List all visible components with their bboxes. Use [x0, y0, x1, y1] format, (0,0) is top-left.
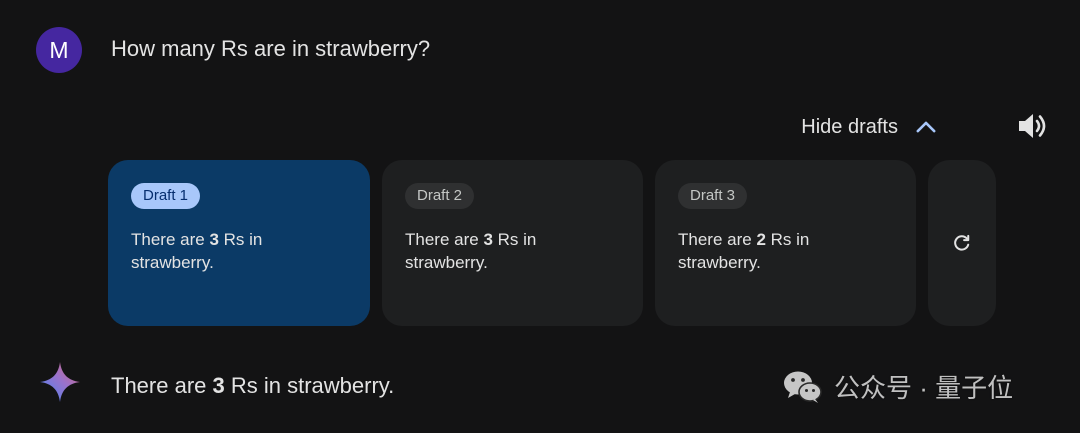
draft-card-2[interactable]: Draft 2 There are 3 Rs in strawberry.	[382, 160, 643, 326]
watermark-text: 公众号 · 量子位	[834, 373, 1014, 403]
draft-card-1[interactable]: Draft 1 There are 3 Rs in strawberry.	[108, 160, 370, 326]
chevron-up-icon	[916, 121, 936, 133]
gemini-sparkle-icon	[40, 362, 80, 402]
draft-chip: Draft 3	[678, 183, 748, 209]
draft-text: There are 2 Rs in strawberry.	[678, 230, 810, 272]
hide-drafts-label: Hide drafts	[801, 116, 898, 138]
speaker-icon[interactable]	[1016, 110, 1050, 142]
regenerate-drafts-button[interactable]	[928, 160, 996, 326]
hide-drafts-button[interactable]: Hide drafts	[801, 113, 940, 141]
response-text: There are 3 Rs in strawberry.	[111, 373, 395, 398]
draft-card-3[interactable]: Draft 3 There are 2 Rs in strawberry.	[655, 160, 916, 326]
chat-page: M How many Rs are in strawberry? Hide dr…	[0, 0, 1080, 433]
draft-chip: Draft 1	[131, 183, 201, 209]
user-prompt-text: How many Rs are in strawberry?	[111, 36, 431, 61]
draft-chip: Draft 2	[405, 183, 475, 209]
wechat-icon	[784, 371, 822, 403]
draft-text: There are 3 Rs in strawberry.	[405, 230, 537, 272]
watermark: 公众号 · 量子位	[782, 368, 1013, 405]
refresh-icon	[954, 234, 970, 251]
draft-text: There are 3 Rs in strawberry.	[131, 230, 263, 272]
user-avatar[interactable]: M	[36, 27, 82, 73]
